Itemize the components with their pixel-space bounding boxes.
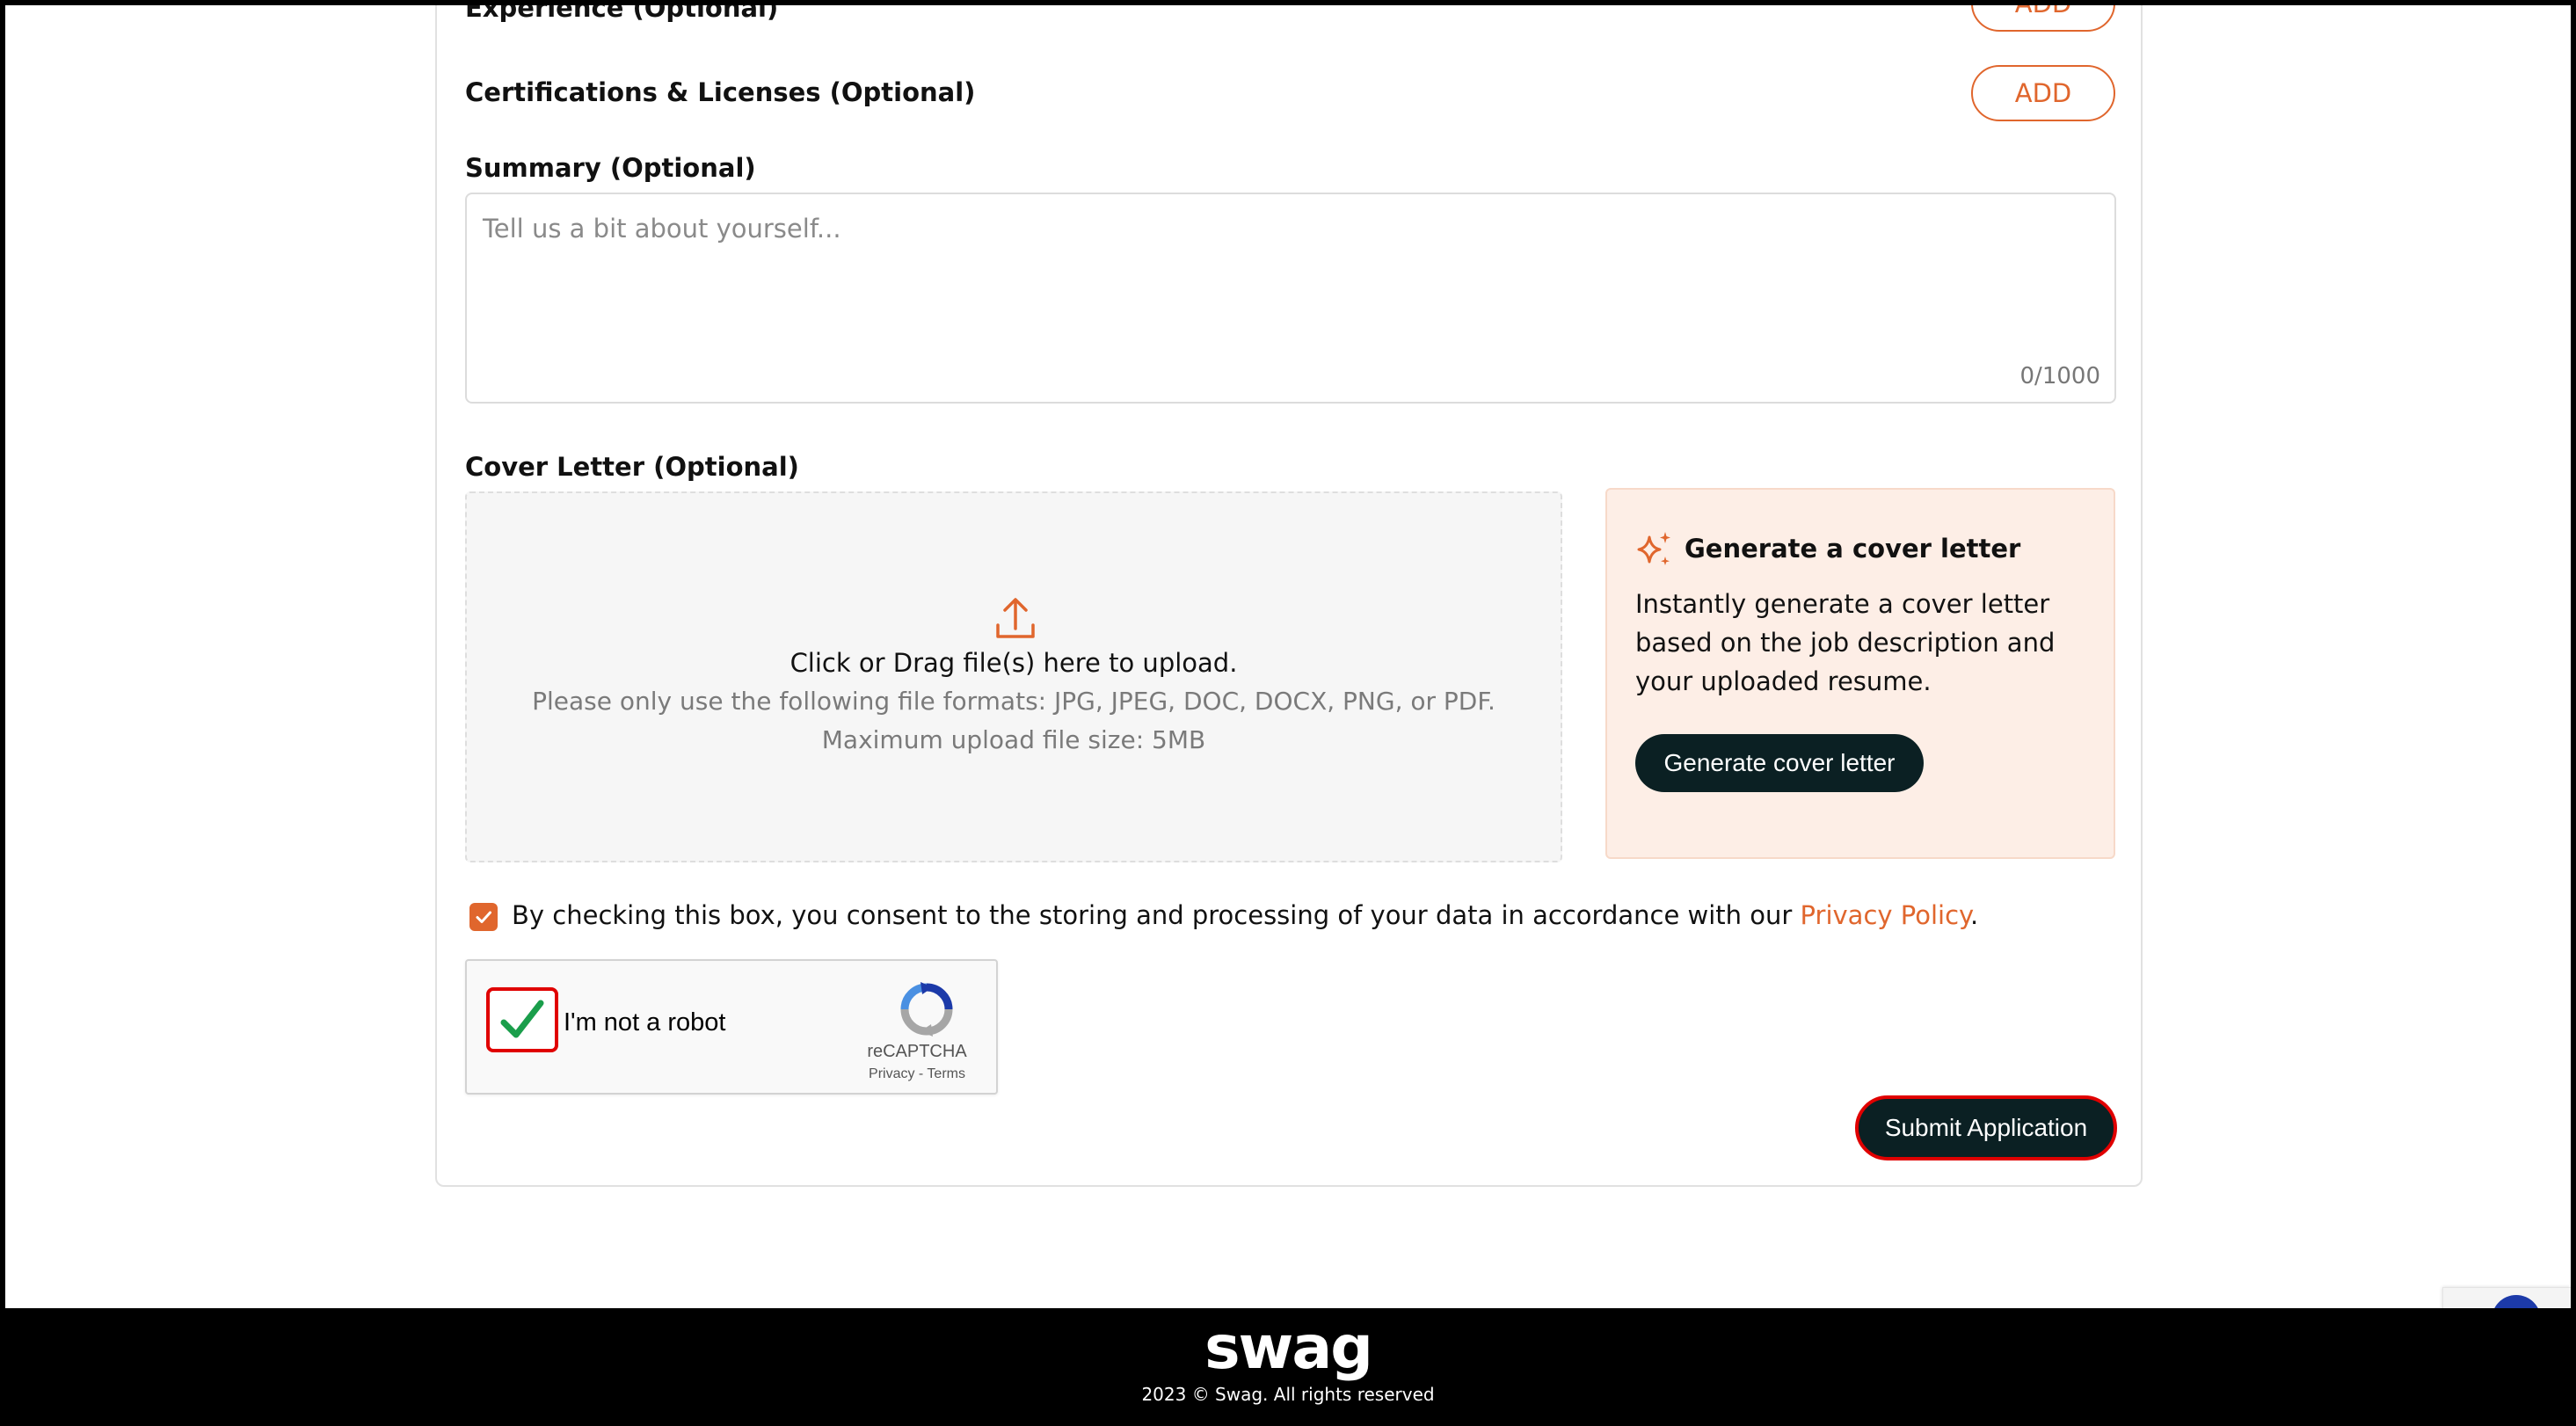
consent-text-body: By checking this box, you consent to the… — [512, 900, 1801, 930]
consent-suffix: . — [1970, 900, 1979, 930]
submit-application-button[interactable]: Submit Application — [1855, 1095, 2117, 1160]
experience-add-button[interactable]: ADD — [1971, 5, 2115, 32]
checkmark-icon — [476, 911, 491, 923]
browser-viewport: Experience (Optional) ADD Certifications… — [5, 5, 2571, 1421]
swag-logo[interactable]: swag — [5, 1313, 2571, 1383]
consent-checkbox[interactable] — [469, 903, 498, 931]
upload-icon — [996, 598, 1035, 638]
generate-cover-letter-button[interactable]: Generate cover letter — [1635, 734, 1924, 792]
generate-description: Instantly generate a cover letter based … — [1635, 589, 2056, 696]
summary-char-count: 0/1000 — [2019, 363, 2100, 389]
summary-textarea[interactable]: Tell us a bit about yourself... 0/1000 — [465, 193, 2116, 404]
summary-placeholder: Tell us a bit about yourself... — [483, 214, 841, 244]
recaptcha-brand: reCAPTCHA — [867, 1042, 967, 1061]
cover-letter-label: Cover Letter (Optional) — [465, 452, 799, 482]
recaptcha-logo-icon — [900, 982, 953, 1037]
recaptcha-privacy-terms[interactable]: Privacy - Terms — [847, 1066, 987, 1082]
sparkle-icon — [1637, 532, 1670, 565]
upload-title: Click or Drag file(s) here to upload. — [790, 648, 1238, 678]
recaptcha-widget: I'm not a robot reCAPTCHA Privacy - Term… — [465, 959, 998, 1095]
recaptcha-label: I'm not a robot — [564, 1008, 726, 1037]
checkmark-icon — [500, 1000, 544, 1038]
summary-label: Summary (Optional) — [465, 153, 756, 183]
privacy-policy-link[interactable]: Privacy Policy — [1801, 900, 1971, 930]
recaptcha-checkbox[interactable] — [486, 987, 558, 1052]
certifications-add-button[interactable]: ADD — [1971, 65, 2115, 121]
upload-formats: Please only use the following file forma… — [532, 687, 1495, 716]
experience-label: Experience (Optional) — [465, 5, 779, 23]
site-footer: swag 2023 © Swag. All rights reserved — [5, 1308, 2571, 1421]
certifications-label: Certifications & Licenses (Optional) — [465, 77, 976, 107]
upload-max-size: Maximum upload file size: 5MB — [821, 725, 1206, 754]
consent-text: By checking this box, you consent to the… — [512, 900, 1978, 930]
footer-copyright: 2023 © Swag. All rights reserved — [1141, 1384, 1435, 1405]
generate-cover-letter-panel: Generate a cover letter Instantly genera… — [1605, 488, 2115, 859]
generate-title: Generate a cover letter — [1685, 534, 2021, 564]
cover-letter-upload-dropzone[interactable]: Click or Drag file(s) here to upload. Pl… — [465, 491, 1562, 862]
